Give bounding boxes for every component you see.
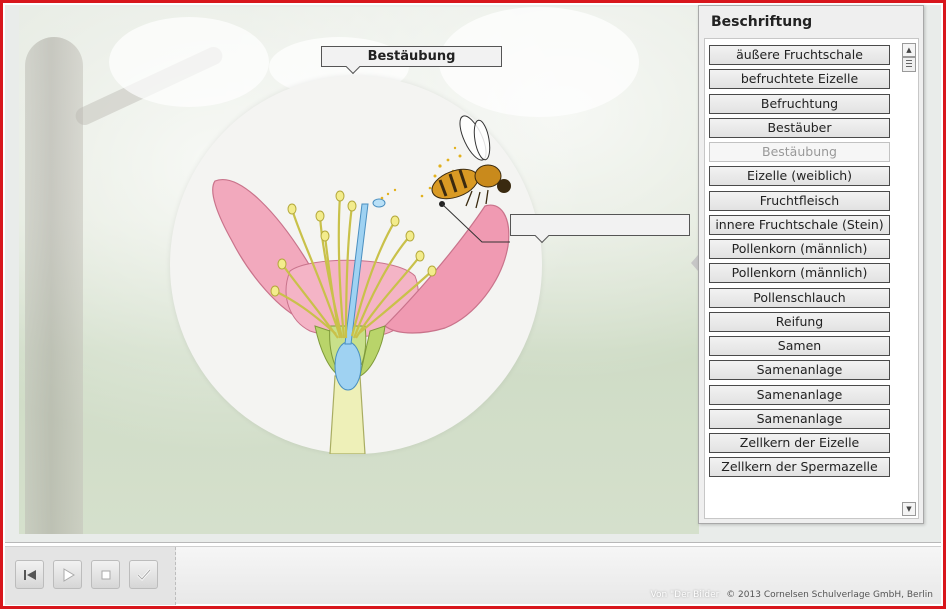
check-button[interactable] [129,560,158,589]
label-button[interactable]: befruchtete Eizelle [709,69,890,90]
stop-icon [101,570,110,579]
panel-arrow-icon [691,255,698,271]
bottom-bar: Von "Der Bilder © 2013 Cornelsen Schulve… [5,546,941,605]
label-button[interactable]: Befruchtung [709,93,890,114]
label-button[interactable]: Eizelle (weiblich) [709,166,890,187]
tree-trunk [25,37,83,534]
label-button[interactable]: äußere Fruchtschale [709,45,890,65]
label-list-container: äußere Fruchtschale befruchtete Eizelle Be… [704,38,919,519]
copyright-notice: Von "Der Bilder © 2013 Cornelsen Schulve… [650,590,933,600]
skip-to-start-icon [23,569,36,580]
stigma [372,198,386,208]
drop-target-callout[interactable] [510,214,690,244]
label-button[interactable]: Bestäuber [709,117,890,138]
ovary [334,341,362,391]
stop-button[interactable] [91,560,120,589]
copyright-text: © 2013 Cornelsen Schulverlage GmbH, Berl… [726,590,933,600]
label-button[interactable]: Samen [709,336,890,356]
label-button[interactable]: Pollenkorn (männlich) [709,263,890,284]
scroll-down-icon[interactable]: ▼ [902,502,916,516]
label-button[interactable]: Reifung [709,311,890,332]
label-button[interactable]: Pollenkorn (männlich) [709,239,890,259]
label-button[interactable]: Pollenschlauch [709,287,890,308]
label-button[interactable]: Bestäubung [709,142,890,162]
label-button[interactable]: Samenanlage [709,360,890,381]
callout-title-text: Bestäubung [367,49,456,64]
watermark-text: Von "Der Bilder [650,590,720,600]
restart-button[interactable] [15,560,44,589]
label-panel: Beschriftung äußere Fruchtschale befrucht… [698,5,924,524]
label-button[interactable]: Samenanlage [709,408,890,429]
playback-controls [5,547,176,605]
flower-illustration [212,115,511,454]
label-button[interactable]: Samenanlage [709,384,890,405]
scroll-up-icon[interactable]: ▲ [902,43,916,57]
label-button[interactable]: Zellkern der Eizelle [709,433,890,453]
callout-bestaeubung: Bestäubung [321,46,502,75]
play-button[interactable] [53,560,82,589]
label-button[interactable]: Zellkern der Spermazelle [709,457,890,478]
label-button[interactable]: Fruchtfleisch [709,190,890,211]
play-icon [63,567,75,582]
scroll-thumb[interactable] [902,57,916,72]
label-button[interactable]: innere Fruchtschale (Stein) [709,214,890,235]
label-list: äußere Fruchtschale befruchtete Eizelle Be… [709,45,891,482]
bee-illustration [431,115,511,209]
panel-title: Beschriftung [711,14,813,30]
scrollbar[interactable]: ▲ ▼ [902,43,916,516]
checkmark-icon [136,568,151,581]
